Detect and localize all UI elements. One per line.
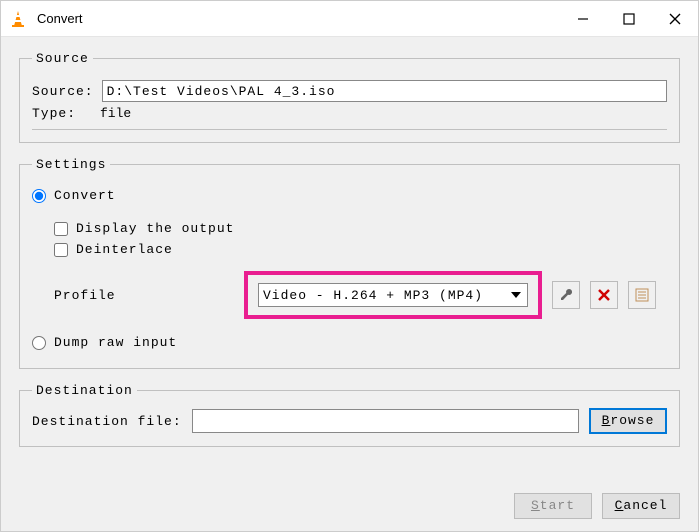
footer: Start Cancel [1, 493, 698, 531]
dump-radio[interactable]: Dump raw input [32, 335, 667, 350]
deinterlace-checkbox[interactable]: Deinterlace [54, 242, 667, 257]
profile-select[interactable]: Video - H.264 + MP3 (MP4) [258, 283, 528, 307]
profile-value: Video - H.264 + MP3 (MP4) [263, 288, 511, 303]
vlc-cone-icon [9, 10, 27, 28]
window-controls [560, 1, 698, 36]
content-area: Source Source: Type: file Settings Conve… [1, 37, 698, 493]
type-label: Type: [32, 106, 92, 121]
start-button[interactable]: Start [514, 493, 592, 519]
deinterlace-input[interactable] [54, 243, 68, 257]
delete-profile-button[interactable] [590, 281, 618, 309]
convert-radio[interactable]: Convert [32, 188, 667, 203]
maximize-button[interactable] [606, 1, 652, 36]
destination-file-input[interactable] [192, 409, 579, 433]
minimize-button[interactable] [560, 1, 606, 36]
chevron-down-icon [511, 292, 521, 298]
dump-radio-input[interactable] [32, 336, 46, 350]
source-input[interactable] [102, 80, 667, 102]
profile-highlight: Video - H.264 + MP3 (MP4) [244, 271, 542, 319]
display-output-input[interactable] [54, 222, 68, 236]
dump-radio-label: Dump raw input [54, 335, 177, 350]
window-title: Convert [37, 11, 560, 26]
edit-profile-button[interactable] [552, 281, 580, 309]
close-button[interactable] [652, 1, 698, 36]
type-value: file [100, 106, 131, 121]
deinterlace-label: Deinterlace [76, 242, 173, 257]
display-output-checkbox[interactable]: Display the output [54, 221, 667, 236]
destination-group: Destination Destination file: Browse [19, 383, 680, 447]
settings-group: Settings Convert Display the output Dein… [19, 157, 680, 369]
destination-row: Destination file: Browse [32, 408, 667, 434]
source-row: Source: [32, 80, 667, 102]
destination-file-label: Destination file: [32, 414, 182, 429]
titlebar: Convert [1, 1, 698, 37]
convert-radio-input[interactable] [32, 189, 46, 203]
profile-label: Profile [54, 288, 244, 303]
new-profile-icon [634, 287, 650, 303]
cancel-button[interactable]: Cancel [602, 493, 680, 519]
new-profile-button[interactable] [628, 281, 656, 309]
destination-legend: Destination [32, 383, 137, 398]
source-legend: Source [32, 51, 93, 66]
settings-legend: Settings [32, 157, 110, 172]
browse-button[interactable]: Browse [589, 408, 667, 434]
delete-x-icon [597, 288, 611, 302]
source-label: Source: [32, 84, 94, 99]
profile-row: Profile Video - H.264 + MP3 (MP4) [32, 271, 667, 319]
source-group: Source Source: Type: file [19, 51, 680, 143]
convert-radio-label: Convert [54, 188, 116, 203]
type-row: Type: file [32, 106, 667, 130]
display-output-label: Display the output [76, 221, 234, 236]
wrench-icon [558, 287, 574, 303]
convert-window: Convert Source Source: Type: file [0, 0, 699, 532]
